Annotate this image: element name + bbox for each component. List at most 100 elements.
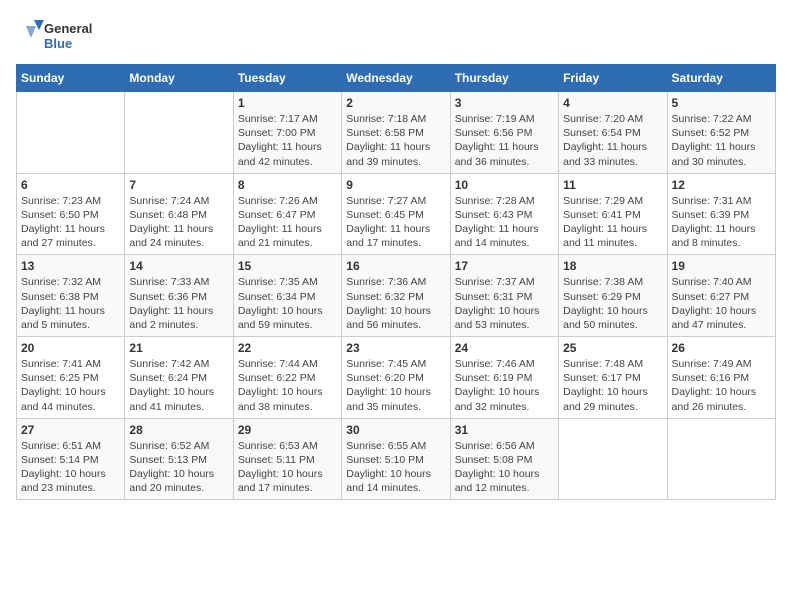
day-cell: 2Sunrise: 7:18 AM Sunset: 6:58 PM Daylig… bbox=[342, 92, 450, 174]
day-detail: Sunrise: 7:36 AM Sunset: 6:32 PM Dayligh… bbox=[346, 276, 431, 331]
day-number: 31 bbox=[455, 423, 554, 437]
day-detail: Sunrise: 7:41 AM Sunset: 6:25 PM Dayligh… bbox=[21, 358, 106, 413]
day-detail: Sunrise: 7:23 AM Sunset: 6:50 PM Dayligh… bbox=[21, 195, 105, 250]
day-cell: 1 Sunrise: 7:17 AM Sunset: 7:00 PM Daylig… bbox=[233, 92, 341, 174]
day-cell: 5 Sunrise: 7:22 AM Sunset: 6:52 PM Daylig… bbox=[667, 92, 775, 174]
day-cell: 31 Sunrise: 6:56 AM Sunset: 5:08 PM Dayli… bbox=[450, 418, 558, 500]
day-detail: Sunrise: 7:28 AM Sunset: 6:43 PM Dayligh… bbox=[455, 195, 539, 250]
day-cell: 4 Sunrise: 7:20 AM Sunset: 6:54 PM Daylig… bbox=[559, 92, 667, 174]
day-number: 5 bbox=[672, 96, 771, 110]
day-cell: 18 Sunrise: 7:38 AM Sunset: 6:29 PM Dayli… bbox=[559, 255, 667, 337]
week-row-2: 6 Sunrise: 7:23 AM Sunset: 6:50 PM Daylig… bbox=[17, 173, 776, 255]
day-number: 16 bbox=[346, 259, 445, 273]
day-detail: Sunrise: 7:38 AM Sunset: 6:29 PM Dayligh… bbox=[563, 276, 648, 331]
day-number: 14 bbox=[129, 259, 228, 273]
day-number: 7 bbox=[129, 178, 228, 192]
day-detail: Sunrise: 7:37 AM Sunset: 6:31 PM Dayligh… bbox=[455, 276, 540, 331]
day-cell: 17 Sunrise: 7:37 AM Sunset: 6:31 PM Dayli… bbox=[450, 255, 558, 337]
day-detail: Sunrise: 7:27 AM Sunset: 6:45 PM Dayligh… bbox=[346, 195, 430, 250]
day-detail: Sunrise: 7:22 AM Sunset: 6:52 PM Dayligh… bbox=[672, 113, 756, 168]
day-cell: 29 Sunrise: 6:53 AM Sunset: 5:11 PM Dayli… bbox=[233, 418, 341, 500]
calendar-table: SundayMondayTuesdayWednesdayThursdayFrid… bbox=[16, 64, 776, 500]
day-detail: Sunrise: 7:31 AM Sunset: 6:39 PM Dayligh… bbox=[672, 195, 756, 250]
day-number: 26 bbox=[672, 341, 771, 355]
week-row-5: 27 Sunrise: 6:51 AM Sunset: 5:14 PM Dayli… bbox=[17, 418, 776, 500]
day-number: 15 bbox=[238, 259, 337, 273]
week-row-1: 1 Sunrise: 7:17 AM Sunset: 7:00 PM Daylig… bbox=[17, 92, 776, 174]
header-sunday: Sunday bbox=[17, 65, 125, 92]
day-cell: 11Sunrise: 7:29 AM Sunset: 6:41 PM Dayli… bbox=[559, 173, 667, 255]
day-cell: 20 Sunrise: 7:41 AM Sunset: 6:25 PM Dayli… bbox=[17, 337, 125, 419]
day-detail: Sunrise: 7:49 AM Sunset: 6:16 PM Dayligh… bbox=[672, 358, 757, 413]
week-row-3: 13 Sunrise: 7:32 AM Sunset: 6:38 PM Dayli… bbox=[17, 255, 776, 337]
day-cell: 24Sunrise: 7:46 AM Sunset: 6:19 PM Dayli… bbox=[450, 337, 558, 419]
day-number: 10 bbox=[455, 178, 554, 192]
day-cell bbox=[667, 418, 775, 500]
day-detail: Sunrise: 7:24 AM Sunset: 6:48 PM Dayligh… bbox=[129, 195, 213, 250]
day-detail: Sunrise: 6:55 AM Sunset: 5:10 PM Dayligh… bbox=[346, 440, 431, 495]
svg-text:Blue: Blue bbox=[44, 36, 72, 51]
day-detail: Sunrise: 7:32 AM Sunset: 6:38 PM Dayligh… bbox=[21, 276, 105, 331]
day-number: 20 bbox=[21, 341, 120, 355]
day-number: 1 bbox=[238, 96, 337, 110]
day-cell bbox=[17, 92, 125, 174]
day-detail: Sunrise: 6:53 AM Sunset: 5:11 PM Dayligh… bbox=[238, 440, 323, 495]
svg-text:General: General bbox=[44, 21, 92, 36]
day-cell: 3 Sunrise: 7:19 AM Sunset: 6:56 PM Daylig… bbox=[450, 92, 558, 174]
day-number: 30 bbox=[346, 423, 445, 437]
day-number: 6 bbox=[21, 178, 120, 192]
header-saturday: Saturday bbox=[667, 65, 775, 92]
day-cell: 7 Sunrise: 7:24 AM Sunset: 6:48 PM Daylig… bbox=[125, 173, 233, 255]
day-cell bbox=[125, 92, 233, 174]
day-detail: Sunrise: 6:56 AM Sunset: 5:08 PM Dayligh… bbox=[455, 440, 540, 495]
day-cell: 16 Sunrise: 7:36 AM Sunset: 6:32 PM Dayli… bbox=[342, 255, 450, 337]
day-cell: 9 Sunrise: 7:27 AM Sunset: 6:45 PM Daylig… bbox=[342, 173, 450, 255]
day-cell: 28Sunrise: 6:52 AM Sunset: 5:13 PM Dayli… bbox=[125, 418, 233, 500]
day-cell: 12Sunrise: 7:31 AM Sunset: 6:39 PM Dayli… bbox=[667, 173, 775, 255]
header-thursday: Thursday bbox=[450, 65, 558, 92]
day-detail: Sunrise: 7:45 AM Sunset: 6:20 PM Dayligh… bbox=[346, 358, 431, 413]
day-number: 23 bbox=[346, 341, 445, 355]
day-detail: Sunrise: 7:35 AM Sunset: 6:34 PM Dayligh… bbox=[238, 276, 323, 331]
header-row: SundayMondayTuesdayWednesdayThursdayFrid… bbox=[17, 65, 776, 92]
day-cell: 14 Sunrise: 7:33 AM Sunset: 6:36 PM Dayli… bbox=[125, 255, 233, 337]
day-number: 8 bbox=[238, 178, 337, 192]
day-detail: Sunrise: 7:19 AM Sunset: 6:56 PM Dayligh… bbox=[455, 113, 539, 168]
day-number: 29 bbox=[238, 423, 337, 437]
day-number: 9 bbox=[346, 178, 445, 192]
day-detail: Sunrise: 6:51 AM Sunset: 5:14 PM Dayligh… bbox=[21, 440, 106, 495]
day-cell: 25Sunrise: 7:48 AM Sunset: 6:17 PM Dayli… bbox=[559, 337, 667, 419]
day-detail: Sunrise: 7:17 AM Sunset: 7:00 PM Dayligh… bbox=[238, 113, 322, 168]
day-number: 22 bbox=[238, 341, 337, 355]
day-cell: 26 Sunrise: 7:49 AM Sunset: 6:16 PM Dayli… bbox=[667, 337, 775, 419]
week-row-4: 20 Sunrise: 7:41 AM Sunset: 6:25 PM Dayli… bbox=[17, 337, 776, 419]
day-detail: Sunrise: 6:52 AM Sunset: 5:13 PM Dayligh… bbox=[129, 440, 214, 495]
day-cell: 15 Sunrise: 7:35 AM Sunset: 6:34 PM Dayli… bbox=[233, 255, 341, 337]
day-number: 3 bbox=[455, 96, 554, 110]
day-detail: Sunrise: 7:33 AM Sunset: 6:36 PM Dayligh… bbox=[129, 276, 213, 331]
day-detail: Sunrise: 7:18 AM Sunset: 6:58 PM Dayligh… bbox=[346, 113, 430, 168]
day-number: 21 bbox=[129, 341, 228, 355]
day-cell: 19Sunrise: 7:40 AM Sunset: 6:27 PM Dayli… bbox=[667, 255, 775, 337]
day-detail: Sunrise: 7:20 AM Sunset: 6:54 PM Dayligh… bbox=[563, 113, 647, 168]
day-cell: 6 Sunrise: 7:23 AM Sunset: 6:50 PM Daylig… bbox=[17, 173, 125, 255]
logo-svg: General Blue bbox=[16, 16, 106, 56]
logo: General Blue bbox=[16, 16, 106, 56]
day-detail: Sunrise: 7:46 AM Sunset: 6:19 PM Dayligh… bbox=[455, 358, 540, 413]
day-cell: 27 Sunrise: 6:51 AM Sunset: 5:14 PM Dayli… bbox=[17, 418, 125, 500]
day-detail: Sunrise: 7:44 AM Sunset: 6:22 PM Dayligh… bbox=[238, 358, 323, 413]
day-cell: 10 Sunrise: 7:28 AM Sunset: 6:43 PM Dayli… bbox=[450, 173, 558, 255]
day-number: 17 bbox=[455, 259, 554, 273]
header-tuesday: Tuesday bbox=[233, 65, 341, 92]
day-detail: Sunrise: 7:29 AM Sunset: 6:41 PM Dayligh… bbox=[563, 195, 647, 250]
day-number: 27 bbox=[21, 423, 120, 437]
day-cell: 22 Sunrise: 7:44 AM Sunset: 6:22 PM Dayli… bbox=[233, 337, 341, 419]
day-number: 13 bbox=[21, 259, 120, 273]
day-detail: Sunrise: 7:42 AM Sunset: 6:24 PM Dayligh… bbox=[129, 358, 214, 413]
day-detail: Sunrise: 7:26 AM Sunset: 6:47 PM Dayligh… bbox=[238, 195, 322, 250]
day-number: 18 bbox=[563, 259, 662, 273]
day-cell: 30 Sunrise: 6:55 AM Sunset: 5:10 PM Dayli… bbox=[342, 418, 450, 500]
day-number: 4 bbox=[563, 96, 662, 110]
day-detail: Sunrise: 7:48 AM Sunset: 6:17 PM Dayligh… bbox=[563, 358, 648, 413]
day-cell: 21 Sunrise: 7:42 AM Sunset: 6:24 PM Dayli… bbox=[125, 337, 233, 419]
